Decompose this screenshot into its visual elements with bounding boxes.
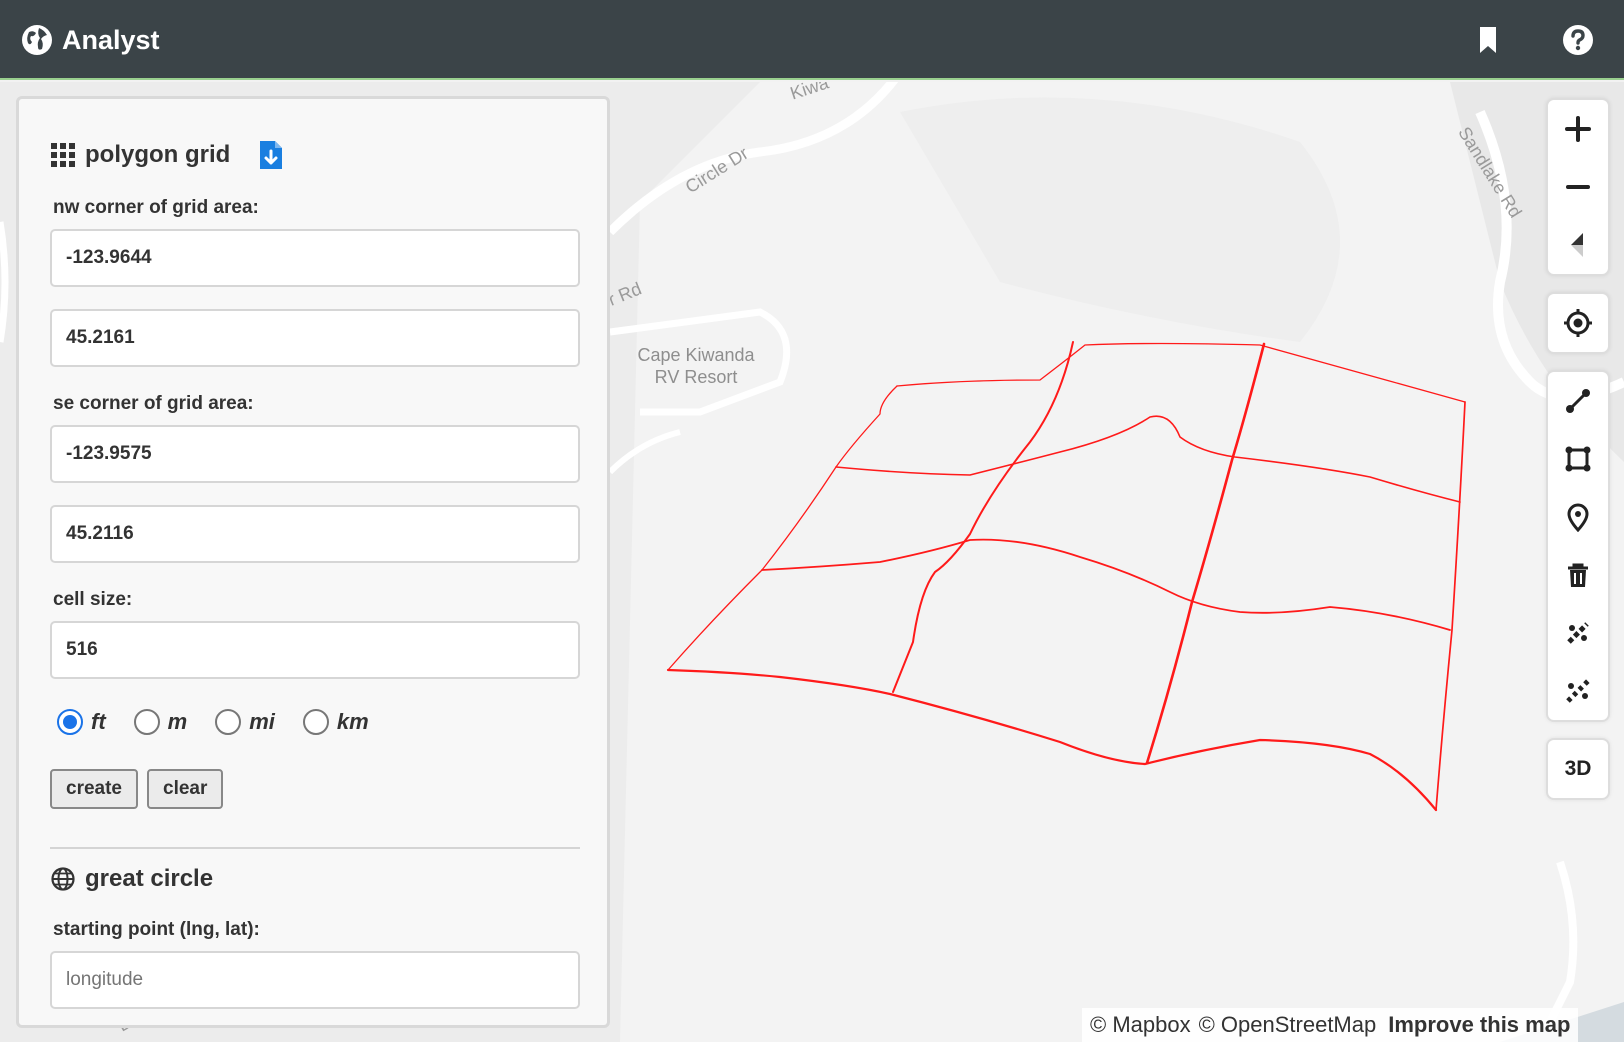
compass-icon xyxy=(1571,233,1583,257)
geolocate-control xyxy=(1546,292,1610,354)
navigation-controls xyxy=(1546,98,1610,276)
unit-radio-ft[interactable]: ft xyxy=(57,709,106,735)
start-longitude-field[interactable] xyxy=(50,951,580,1009)
unit-label: km xyxy=(336,709,369,734)
globe-logo-icon xyxy=(22,25,52,55)
draw-polygon-button[interactable] xyxy=(1548,430,1608,488)
radio-button[interactable] xyxy=(133,709,160,735)
zoom-out-button[interactable] xyxy=(1548,158,1608,216)
cell-size-field[interactable] xyxy=(50,621,580,679)
unit-radio-km[interactable]: km xyxy=(302,709,369,735)
top-bar: Analyst xyxy=(0,0,1624,80)
nw-longitude-field[interactable] xyxy=(50,229,580,287)
combine-icon xyxy=(1567,622,1589,644)
polygon-draw-icon xyxy=(1565,446,1591,472)
uncombine-button[interactable] xyxy=(1548,662,1608,720)
draw-controls xyxy=(1546,370,1610,722)
nw-latitude-field[interactable] xyxy=(50,309,580,367)
unit-radio-m[interactable]: m xyxy=(133,709,188,735)
polygon-grid-title: polygon grid xyxy=(85,141,231,168)
osm-attribution-link[interactable]: © OpenStreetMap xyxy=(1199,1012,1377,1038)
question-circle-icon[interactable] xyxy=(1560,22,1596,58)
polygon-grid-header: polygon grid xyxy=(51,139,284,171)
radio-button[interactable] xyxy=(302,709,329,735)
unit-radio-mi[interactable]: mi xyxy=(215,709,275,735)
create-button[interactable]: create xyxy=(50,769,138,809)
trash-icon xyxy=(1568,563,1588,587)
geolocate-button[interactable] xyxy=(1548,294,1608,352)
grid-icon xyxy=(51,143,75,167)
combine-button[interactable] xyxy=(1548,604,1608,662)
trash-button[interactable] xyxy=(1548,546,1608,604)
draw-point-button[interactable] xyxy=(1548,488,1608,546)
radio-button[interactable] xyxy=(215,709,242,735)
se-corner-label: se corner of grid area: xyxy=(53,393,254,414)
brand[interactable]: Analyst xyxy=(20,20,160,60)
nw-corner-label: nw corner of grid area: xyxy=(53,197,259,218)
poi-label-line2: RV Resort xyxy=(654,367,738,387)
great-circle-header: great circle xyxy=(51,865,213,893)
unit-radio-group: ft m mi km xyxy=(57,709,397,735)
three-d-label: 3D xyxy=(1564,757,1592,780)
se-latitude-field[interactable] xyxy=(50,505,580,563)
globe-icon xyxy=(51,867,75,891)
radio-button[interactable] xyxy=(57,709,83,735)
great-circle-title: great circle xyxy=(85,865,214,892)
poi-label-line1: Cape Kiwanda xyxy=(637,345,755,365)
app-title: Analyst xyxy=(62,24,160,55)
se-longitude-field[interactable] xyxy=(50,425,580,483)
bookmark-icon[interactable] xyxy=(1470,22,1506,58)
unit-label: m xyxy=(167,709,188,734)
file-download-icon[interactable] xyxy=(258,139,284,171)
zoom-in-button[interactable] xyxy=(1548,100,1608,158)
crosshair-icon xyxy=(1564,309,1592,337)
poi-label: Cape Kiwanda RV Resort xyxy=(630,344,762,388)
minus-icon xyxy=(1566,185,1590,189)
three-d-control: 3D xyxy=(1546,738,1610,800)
cell-size-label: cell size: xyxy=(53,589,133,610)
map-attribution: © Mapbox © OpenStreetMap Improve this ma… xyxy=(1082,1008,1579,1042)
unit-label: ft xyxy=(91,709,106,734)
line-draw-icon xyxy=(1566,389,1590,413)
compass-button[interactable] xyxy=(1548,216,1608,274)
tools-panel: polygon grid nw corner of grid area: se … xyxy=(16,96,610,1028)
three-d-toggle-button[interactable]: 3D xyxy=(1548,740,1608,798)
mapbox-attribution-link[interactable]: © Mapbox xyxy=(1090,1012,1191,1038)
draw-line-button[interactable] xyxy=(1548,372,1608,430)
unit-label: mi xyxy=(249,709,275,734)
improve-map-link[interactable]: Improve this map xyxy=(1388,1012,1570,1038)
uncombine-icon xyxy=(1566,679,1590,703)
marker-icon xyxy=(1567,503,1589,532)
section-divider xyxy=(50,847,580,849)
plus-icon xyxy=(1565,116,1591,142)
clear-button[interactable]: clear xyxy=(147,769,224,809)
starting-point-label: starting point (lng, lat): xyxy=(53,919,260,940)
